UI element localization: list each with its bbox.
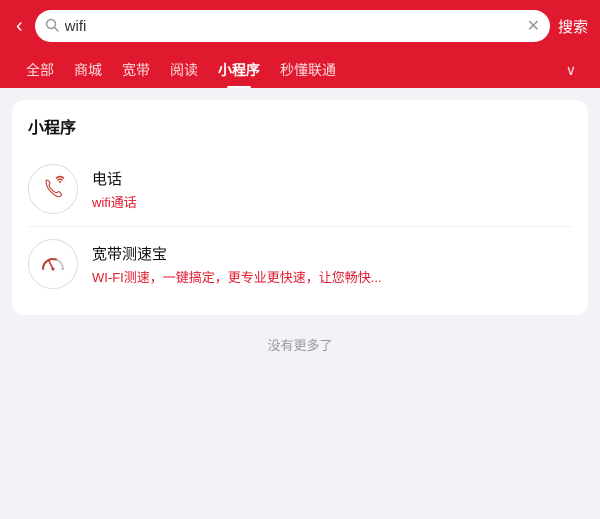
item-info-phone: 电话 wifi通话 — [92, 168, 572, 211]
speedometer-icon — [28, 239, 78, 289]
tab-understand[interactable]: 秒懂联通 — [270, 52, 346, 88]
header: ‹ ✕ 搜索 全部 商城 宽带 阅读 小程序 秒懂联通 ∨ — [0, 0, 600, 88]
miniprogram-card: 小程序 电话 wifi通话 — [12, 100, 588, 315]
tab-read[interactable]: 阅读 — [160, 52, 208, 88]
back-button[interactable]: ‹ — [12, 11, 27, 42]
tab-mall[interactable]: 商城 — [64, 52, 112, 88]
item-info-speed: 宽带测速宝 WI-FI测速，一键搞定，更专业更快速，让您畅快... — [92, 243, 572, 286]
search-row: ‹ ✕ 搜索 — [12, 10, 588, 52]
item-name-phone: 电话 — [92, 168, 572, 189]
search-button[interactable]: 搜索 — [558, 16, 588, 37]
item-desc-phone: wifi通话 — [92, 192, 572, 211]
list-item[interactable]: 宽带测速宝 WI-FI测速，一键搞定，更专业更快速，让您畅快... — [28, 227, 572, 301]
item-desc-speed: WI-FI测速，一键搞定，更专业更快速，让您畅快... — [92, 267, 572, 286]
search-icon — [45, 18, 59, 35]
card-title: 小程序 — [28, 114, 572, 138]
phone-wifi-icon — [28, 164, 78, 214]
search-input[interactable] — [65, 18, 521, 35]
tab-all[interactable]: 全部 — [16, 52, 64, 88]
item-name-speed: 宽带测速宝 — [92, 243, 572, 264]
list-item[interactable]: 电话 wifi通话 — [28, 152, 572, 227]
search-bar: ✕ — [35, 10, 550, 42]
tabs-row: 全部 商城 宽带 阅读 小程序 秒懂联通 ∨ — [12, 52, 588, 88]
content-area: 小程序 电话 wifi通话 — [0, 88, 600, 374]
tab-more-button[interactable]: ∨ — [558, 54, 584, 87]
no-more-label: 没有更多了 — [12, 315, 588, 362]
clear-button[interactable]: ✕ — [527, 16, 540, 36]
tab-broadband[interactable]: 宽带 — [112, 52, 160, 88]
tab-miniprogram[interactable]: 小程序 — [208, 52, 270, 88]
